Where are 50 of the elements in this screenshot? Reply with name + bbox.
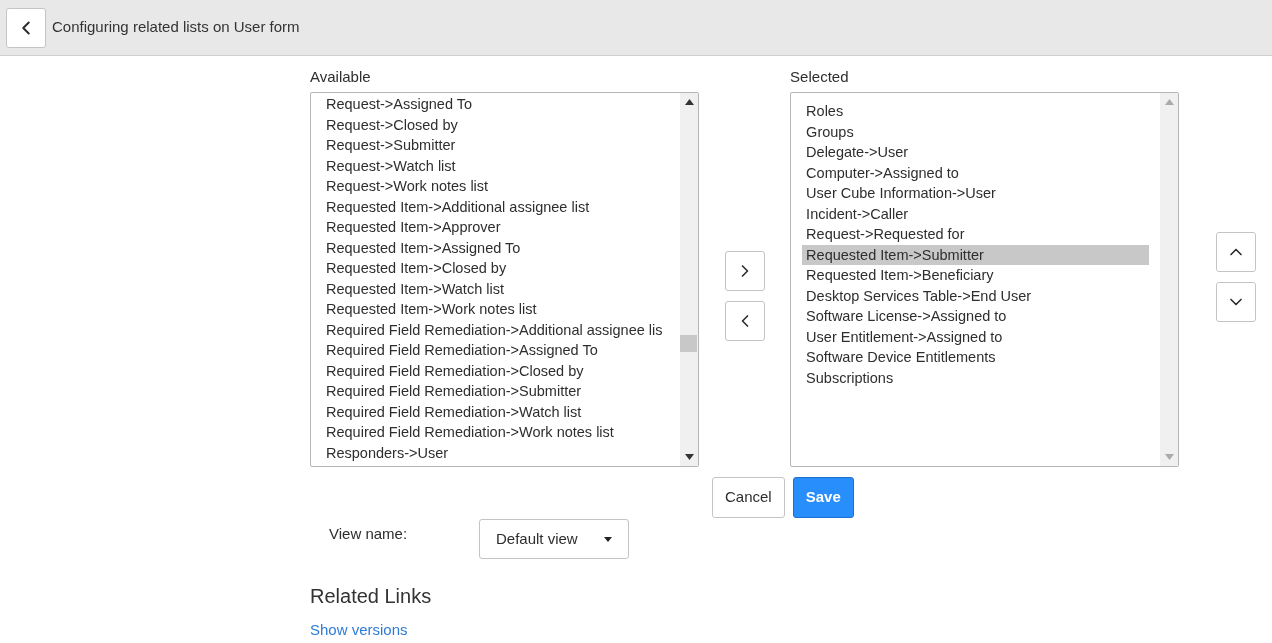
cancel-button[interactable]: Cancel [712,477,785,518]
list-option[interactable]: User Entitlement->Assigned to [802,326,1150,347]
scrollbar-drawing[interactable] [680,93,698,466]
list-option[interactable]: Request->Requested for [802,224,1150,245]
list-option[interactable]: Software License->Assigned to [802,306,1150,327]
list-option[interactable]: Software Device Entitlements [802,347,1150,368]
list-box[interactable] [310,92,699,467]
scrollbar-drawing[interactable] [1160,93,1179,466]
list-option[interactable]: Subscriptions [802,367,1150,388]
list-option[interactable]: Requested Item->Closed by [322,258,669,279]
view-name-label: View name: [328,524,409,544]
remove-button[interactable] [724,301,765,341]
list-option[interactable]: Request->Submitter [322,135,669,156]
list-option[interactable]: Request->Assigned To [322,94,669,115]
list-option[interactable]: Requested Item->Approver [322,217,669,238]
list-option[interactable]: Requested Item->Work notes list [322,299,669,320]
move-down-button[interactable] [1215,282,1256,322]
list-option[interactable]: Request->Closed by [322,114,669,135]
list-option[interactable]: Required Field Remediation->Work notes list [322,422,669,443]
list-option[interactable]: Requested Item->Assigned To [322,237,669,258]
list-option[interactable]: Requested Item->Submitter [802,244,1150,265]
list-option[interactable]: Required Field Remediation->Submitter [322,381,669,402]
list-label: Available [310,67,372,87]
list-option[interactable]: Required Field Remediation->Closed by [322,360,669,381]
list-box[interactable] [790,92,1180,467]
list-option[interactable]: User Cube Information->User [802,183,1150,204]
move-up-button[interactable] [1215,232,1256,272]
page-title: Configuring related lists on User form [52,17,300,38]
list-option[interactable]: Required Field Remediation->Additional assignee lis [322,319,669,340]
list-option[interactable]: Incident->Caller [802,203,1150,224]
list-option[interactable]: Groups [802,121,1150,142]
dropdown-arrow-icon [604,536,612,542]
list-option[interactable]: Roles [802,101,1150,122]
list-option[interactable]: Computer->Assigned to [802,162,1150,183]
list-option[interactable]: Required Field Remediation->Watch list [322,401,669,422]
section-title: Related Links [310,584,433,609]
list-option[interactable]: Responders->User [322,442,669,463]
list-option[interactable]: Request->Watch list [322,155,669,176]
list-label: Selected [790,67,850,87]
list-option[interactable]: Desktop Services Table->End User [802,285,1150,306]
list-option[interactable]: Requested Item->Watch list [322,278,669,299]
list-option[interactable]: Requested Item->Beneficiary [802,265,1150,286]
list-option[interactable]: Delegate->User [802,142,1150,163]
list-option[interactable]: Request->Work notes list [322,176,669,197]
list-option[interactable]: Required Field Remediation->Assigned To [322,340,669,361]
back-button[interactable] [6,7,46,48]
show-versions-link[interactable]: Show versions [310,619,1272,642]
list-option[interactable]: Requested Item->Additional assignee list [322,196,669,217]
view-select[interactable]: Default view [479,519,629,559]
add-button[interactable] [724,251,765,291]
